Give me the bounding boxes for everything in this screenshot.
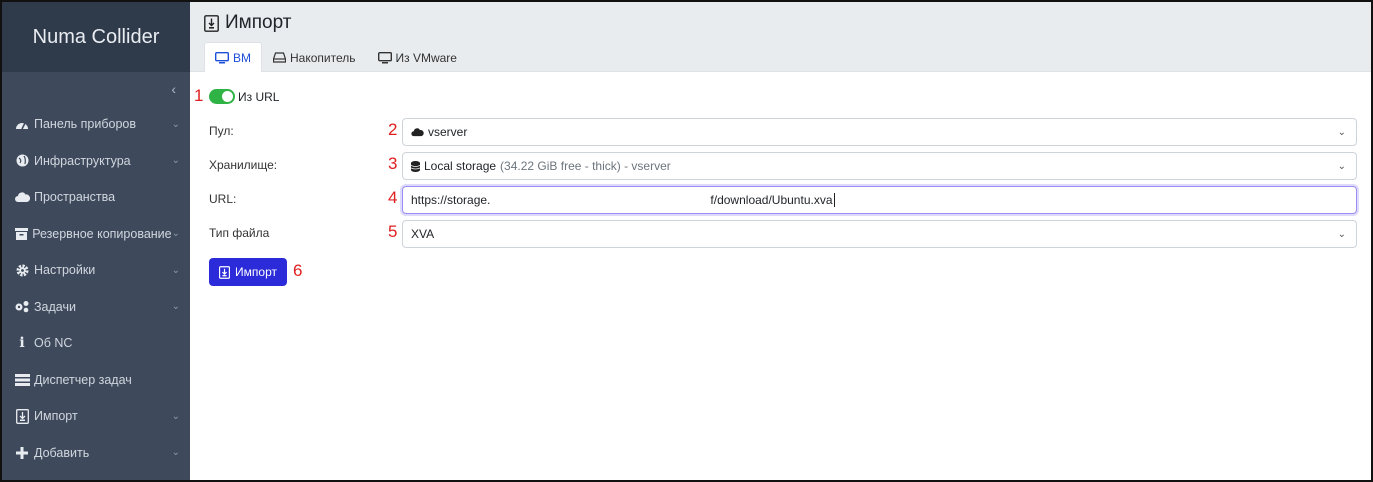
sidebar-item-label: Настройки (34, 263, 96, 278)
tab-label: Накопитель (290, 50, 356, 65)
filetype-select[interactable]: XVA ⌄ (402, 220, 1357, 248)
tasks-icon (14, 373, 30, 387)
cloud-icon (411, 127, 424, 137)
sidebar-item-infrastructure[interactable]: Инфраструктура ⌄ (2, 143, 190, 180)
sidebar-item-label: Задачи (34, 299, 76, 314)
step-marker: 2 (388, 120, 398, 139)
text-cursor (833, 193, 835, 207)
sidebar-item-label: Импорт (34, 409, 78, 424)
filetype-label: Тип файла (209, 226, 270, 240)
dashboard-icon (14, 117, 30, 131)
step-marker: 5 (388, 222, 398, 241)
step-marker: 1 (194, 86, 204, 105)
hdd-icon (273, 52, 286, 63)
storage-name: Local storage (424, 159, 497, 173)
sidebar-item-label: Резервное копирование (32, 226, 172, 241)
tab-label: ВМ (233, 50, 251, 65)
chevron-down-icon: ⌄ (1337, 127, 1346, 138)
sidebar-item-spaces[interactable]: Пространства (2, 179, 190, 216)
sidebar-item-backup[interactable]: Резервное копирование ⌄ (2, 216, 190, 253)
chevron-down-icon: ⌄ (1337, 161, 1346, 172)
pool-value: vserver (428, 125, 468, 139)
from-url-toggle-row: Из URL (209, 89, 279, 104)
chevron-down-icon: ⌄ (171, 410, 180, 422)
file-import-icon (219, 265, 231, 279)
page-title-text: Импорт (225, 12, 292, 33)
desktop-icon (377, 51, 392, 64)
cog-icon (14, 263, 30, 277)
import-button[interactable]: Импорт (209, 258, 287, 286)
sidebar-item-label: Добавить (34, 445, 90, 460)
sidebar-item-add[interactable]: Добавить ⌄ (2, 435, 190, 472)
tab-vm[interactable]: ВМ (204, 42, 262, 72)
step-marker: 3 (388, 154, 398, 173)
chevron-down-icon: ⌄ (171, 447, 180, 459)
chevron-down-icon: ⌄ (171, 118, 180, 130)
sidebar-item-task-manager[interactable]: Диспетчер задач (2, 362, 190, 399)
import-form: 1 Из URL Пул: 2 vserver ⌄ Хранилище: 3 L… (190, 72, 1371, 480)
url-label: URL: (209, 192, 237, 206)
globe-icon (14, 154, 30, 168)
database-icon (411, 160, 420, 172)
sidebar-item-import[interactable]: Импорт ⌄ (2, 398, 190, 435)
chevron-down-icon: ⌄ (171, 155, 180, 167)
page-header: Импорт ВМ Накопитель Из VMware (190, 2, 1371, 72)
archive-icon (14, 227, 28, 241)
file-import-icon (204, 14, 219, 32)
brand-logo[interactable]: Numa Collider (2, 2, 190, 72)
sidebar-item-about[interactable]: i Об NC (2, 325, 190, 362)
page-title: Импорт (204, 12, 291, 34)
app-window: Numa Collider ‹ Панель приборов ⌄ Инфрас… (0, 0, 1373, 482)
import-button-label: Импорт (235, 265, 277, 279)
pool-label: Пул: (209, 124, 234, 138)
sidebar-collapse-button[interactable]: ‹ (2, 72, 190, 106)
pool-select[interactable]: vserver ⌄ (402, 118, 1357, 146)
chevron-down-icon: ⌄ (171, 228, 180, 240)
chevron-down-icon: ⌄ (171, 301, 180, 313)
from-url-label: Из URL (238, 89, 280, 104)
tab-bar: ВМ Накопитель Из VMware (204, 42, 468, 72)
chevron-down-icon: ⌄ (1337, 229, 1346, 240)
cogs-icon (14, 300, 30, 314)
storage-detail: (34.22 GiB free - thick) - vserver (500, 159, 671, 173)
info-icon: i (19, 335, 25, 352)
sidebar-item-dashboard[interactable]: Панель приборов ⌄ (2, 106, 190, 143)
url-value: https://storage. f/download/Ubuntu.xva (411, 193, 833, 207)
storage-label: Хранилище: (209, 158, 278, 172)
url-input[interactable]: https://storage. f/download/Ubuntu.xva (402, 186, 1357, 214)
step-marker: 6 (293, 261, 303, 280)
file-import-icon (14, 408, 30, 424)
sidebar-item-label: Панель приборов (34, 117, 137, 132)
sidebar-item-tasks[interactable]: Задачи ⌄ (2, 289, 190, 326)
sidebar-item-label: Инфраструктура (34, 153, 131, 168)
sidebar-item-settings[interactable]: Настройки ⌄ (2, 252, 190, 289)
sidebar-item-label: Об NC (34, 336, 73, 351)
tab-storage[interactable]: Накопитель (262, 42, 367, 72)
sidebar-item-label: Пространства (34, 190, 116, 205)
step-marker: 4 (388, 188, 398, 207)
from-url-toggle[interactable] (209, 89, 235, 104)
plus-icon (14, 446, 30, 460)
storage-select[interactable]: Local storage (34.22 GiB free - thick) -… (402, 152, 1357, 180)
chevron-down-icon: ⌄ (171, 264, 180, 276)
tab-from-vmware[interactable]: Из VMware (367, 42, 468, 72)
desktop-icon (215, 51, 229, 64)
filetype-value: XVA (411, 227, 435, 241)
sidebar: Numa Collider ‹ Панель приборов ⌄ Инфрас… (2, 2, 190, 480)
sidebar-item-label: Диспетчер задач (34, 372, 132, 387)
cloud-icon (14, 190, 30, 204)
tab-label: Из VMware (395, 50, 457, 65)
